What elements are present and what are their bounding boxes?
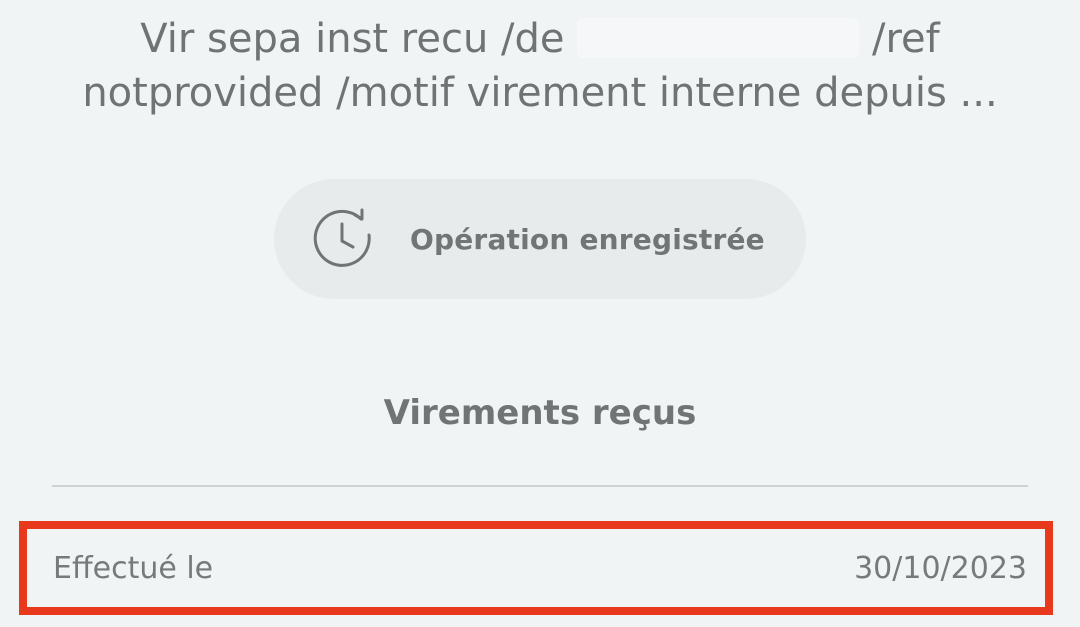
detail-row-date: Effectué le 30/10/2023 bbox=[19, 521, 1053, 615]
detail-row-value: 30/10/2023 bbox=[854, 550, 1027, 586]
transaction-description-part1: Vir sepa inst recu /de bbox=[140, 16, 565, 62]
detail-row-label: Effectué le bbox=[53, 550, 214, 586]
transaction-description-part2: /ref bbox=[871, 16, 940, 62]
transaction-category: Virements reçus bbox=[383, 393, 697, 433]
redacted-text bbox=[577, 18, 860, 58]
transaction-description: Vir sepa inst recu /de /ref notprovided … bbox=[40, 12, 1040, 120]
divider bbox=[52, 485, 1028, 487]
transaction-description-line2: notprovided /motif virement interne depu… bbox=[82, 70, 998, 116]
operation-status-badge: Opération enregistrée bbox=[274, 179, 806, 299]
clock-history-icon bbox=[308, 204, 378, 274]
operation-status-label: Opération enregistrée bbox=[410, 222, 765, 256]
